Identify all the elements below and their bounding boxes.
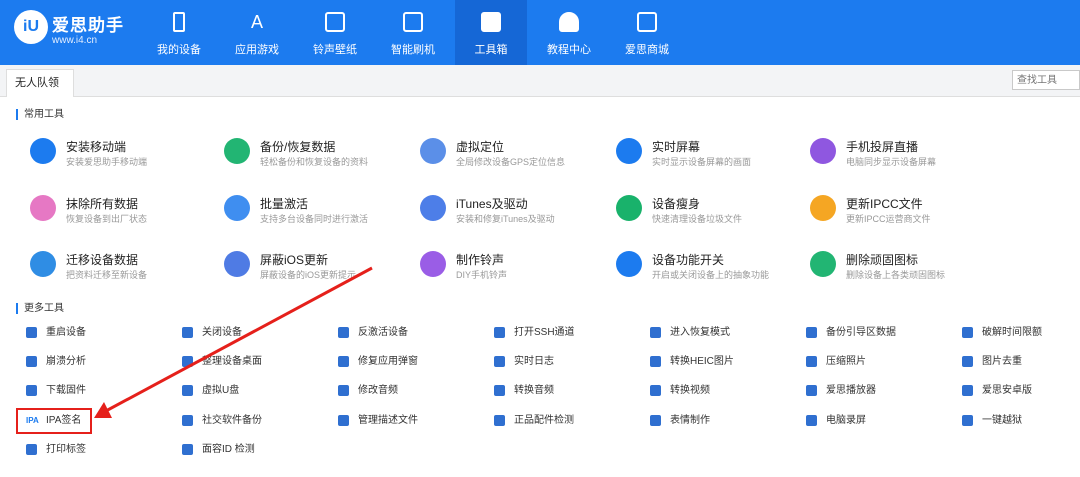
annotation-arrow: [94, 266, 373, 418]
